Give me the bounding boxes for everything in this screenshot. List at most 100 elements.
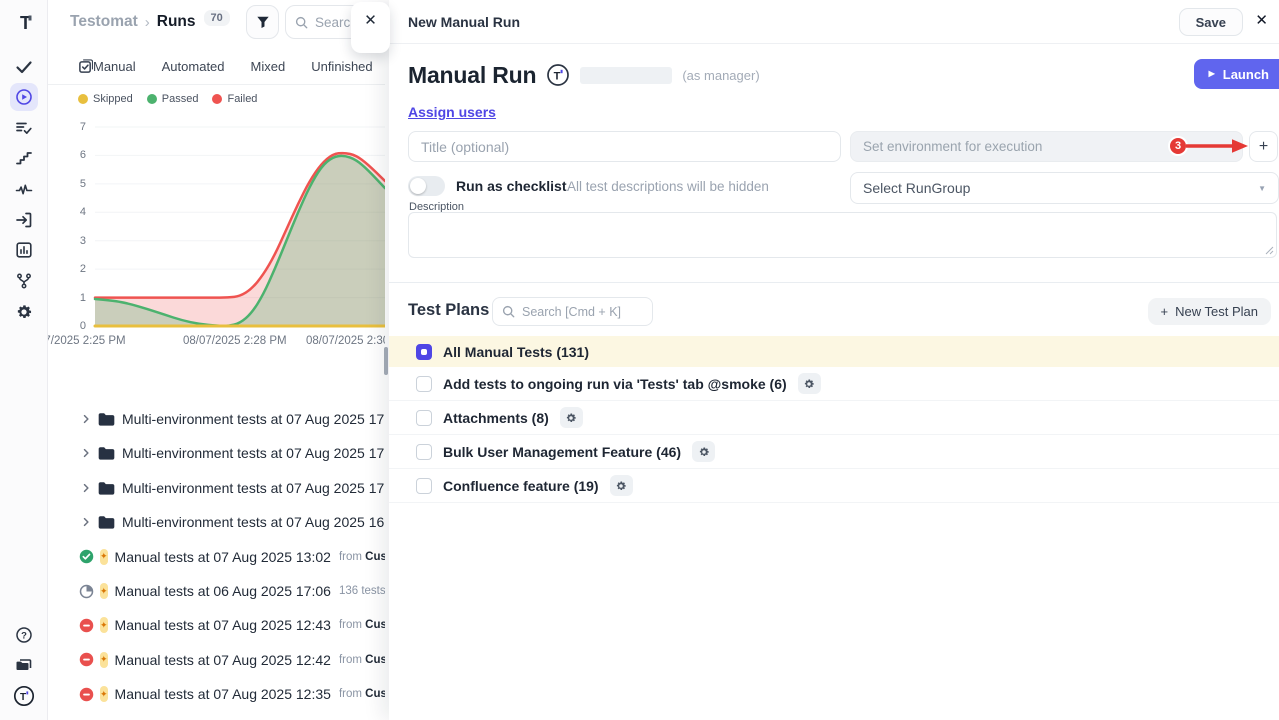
test-plan-label: Confluence feature (19) xyxy=(443,478,599,494)
legend-item-passed[interactable]: Passed xyxy=(147,93,199,105)
folder-icon-wrap xyxy=(98,446,115,460)
y-tick-label: 4 xyxy=(62,206,86,218)
run-row[interactable]: ✦Manual tests at 07 Aug 2025 12:42from C… xyxy=(48,643,385,677)
assign-users-link[interactable]: Assign users xyxy=(408,104,496,120)
y-tick-label: 5 xyxy=(62,178,86,190)
chart-legend: Skipped Passed Failed xyxy=(78,93,257,105)
projects-button[interactable] xyxy=(0,656,48,674)
page-title: Manual Run xyxy=(408,62,536,89)
sidebar-item-branches[interactable] xyxy=(0,272,48,290)
close-panel-icon[interactable]: ✕ xyxy=(1255,13,1268,28)
run-row[interactable]: Multi-environment tests at 07 Aug 2025 1… xyxy=(48,505,385,539)
test-plans-search[interactable] xyxy=(492,297,653,326)
test-plans-search-input[interactable] xyxy=(522,305,637,319)
run-row[interactable]: ✦Manual tests at 06 Aug 2025 17:06136 te… xyxy=(48,574,385,608)
scrollbar-thumb[interactable] xyxy=(384,347,388,375)
test-plan-label: Bulk User Management Feature (46) xyxy=(443,444,681,460)
sidebar-item-pulse[interactable] xyxy=(0,180,48,198)
tab-unfinished[interactable]: Unfinished xyxy=(311,59,372,74)
plan-settings-button[interactable] xyxy=(610,475,633,496)
select-all-button[interactable] xyxy=(78,59,93,74)
close-icon: ✕ xyxy=(364,13,377,53)
test-plan-row[interactable]: Attachments (8) xyxy=(389,401,1279,435)
filter-button[interactable] xyxy=(246,5,279,39)
run-row[interactable]: Multi-environment tests at 07 Aug 2025 1… xyxy=(48,402,385,436)
expand-chevron[interactable] xyxy=(80,447,92,459)
run-row[interactable]: ✦Manual tests at 07 Aug 2025 13:02from C… xyxy=(48,540,385,574)
breadcrumb-page[interactable]: Runs xyxy=(157,13,196,31)
run-title-input[interactable] xyxy=(408,131,841,162)
sidebar-item-analytics[interactable] xyxy=(0,241,48,259)
plan-settings-button[interactable] xyxy=(798,373,821,394)
resize-handle-icon[interactable] xyxy=(1265,246,1274,255)
run-row[interactable]: Multi-environment tests at 07 Aug 2025 1… xyxy=(48,471,385,505)
folder-icon-wrap xyxy=(98,515,115,529)
profile-avatar[interactable]: T xyxy=(0,685,48,707)
checkbox-unchecked[interactable] xyxy=(416,410,432,426)
sidebar-item-settings[interactable] xyxy=(0,303,48,321)
sidebar-item-runs[interactable] xyxy=(0,88,48,106)
bar-chart-icon xyxy=(15,241,33,259)
sidebar-item-test-plans[interactable] xyxy=(0,119,48,137)
checkbox-unchecked[interactable] xyxy=(416,444,432,460)
checkbox-unchecked[interactable] xyxy=(416,478,432,494)
legend-item-skipped[interactable]: Skipped xyxy=(78,93,133,105)
run-row[interactable]: Multi-environment tests at 07 Aug 2025 1… xyxy=(48,436,385,470)
run-title: Manual tests at 07 Aug 2025 12:42 xyxy=(115,652,331,668)
manual-run-icon: ✦ xyxy=(100,617,108,633)
search-icon xyxy=(295,16,308,29)
expand-chevron[interactable] xyxy=(80,413,92,425)
test-plan-row[interactable]: Add tests to ongoing run via 'Tests' tab… xyxy=(389,367,1279,401)
run-title: Manual tests at 07 Aug 2025 12:35 xyxy=(115,686,331,702)
run-title: Manual tests at 07 Aug 2025 13:02 xyxy=(115,549,331,565)
play-icon: ▶ xyxy=(1209,70,1215,78)
folder-icon xyxy=(98,481,115,495)
avatar-t-icon: T xyxy=(13,685,35,707)
run-title: Manual tests at 07 Aug 2025 12:43 xyxy=(115,617,331,633)
manual-run-icon: ✦ xyxy=(100,549,108,565)
sidebar-item-import[interactable] xyxy=(0,211,48,229)
gear-icon xyxy=(565,412,577,424)
panel-edge-close-button[interactable]: ✕ xyxy=(351,2,390,53)
breadcrumb-app[interactable]: Testomat xyxy=(70,13,138,31)
chevron-right-icon xyxy=(80,482,92,494)
description-textarea[interactable] xyxy=(408,212,1277,258)
test-plan-row[interactable]: Bulk User Management Feature (46) xyxy=(389,435,1279,469)
save-button[interactable]: Save xyxy=(1179,8,1243,36)
app-logo[interactable]: T xyxy=(0,10,48,36)
test-plan-row[interactable]: Confluence feature (19) xyxy=(389,469,1279,503)
folder-icon-wrap xyxy=(98,481,115,495)
rungroup-select[interactable]: Select RunGroup ▼ xyxy=(850,172,1279,204)
annotation-step-badge: 3 xyxy=(1168,136,1188,156)
gear-icon xyxy=(803,378,815,390)
legend-dot xyxy=(212,94,222,104)
plan-settings-button[interactable] xyxy=(560,407,583,428)
launch-button[interactable]: ▶ Launch xyxy=(1194,59,1279,89)
run-row[interactable]: ✦Manual tests at 07 Aug 2025 12:43from C… xyxy=(48,608,385,642)
list-check-icon xyxy=(15,119,33,137)
legend-item-failed[interactable]: Failed xyxy=(212,93,257,105)
checkbox-checked[interactable] xyxy=(416,344,432,360)
new-test-plan-button[interactable]: + New Test Plan xyxy=(1148,298,1271,325)
checkbox-unchecked[interactable] xyxy=(416,376,432,392)
tab-manual[interactable]: Manual xyxy=(93,59,136,74)
add-environment-button[interactable]: + xyxy=(1249,131,1278,162)
expand-chevron[interactable] xyxy=(80,516,92,528)
run-status xyxy=(79,584,94,599)
plan-settings-button[interactable] xyxy=(692,441,715,462)
run-row[interactable]: ✦Manual tests at 07 Aug 2025 12:35from C… xyxy=(48,677,385,711)
run-as-checklist-toggle[interactable] xyxy=(408,176,445,196)
expand-chevron[interactable] xyxy=(80,482,92,494)
status-failed-icon xyxy=(79,687,94,702)
run-status xyxy=(79,549,94,564)
sidebar-item-tests[interactable] xyxy=(0,58,48,76)
tab-mixed[interactable]: Mixed xyxy=(251,59,286,74)
legend-dot xyxy=(78,94,88,104)
runs-tab-bar: Manual Automated Mixed Unfinished xyxy=(48,48,385,85)
folder-icon xyxy=(98,412,115,426)
tab-automated[interactable]: Automated xyxy=(162,59,225,74)
test-plan-row[interactable]: All Manual Tests (131) xyxy=(389,336,1279,367)
sidebar-item-milestones[interactable] xyxy=(0,149,48,167)
legend-label: Failed xyxy=(227,93,257,105)
help-button[interactable]: ? xyxy=(0,626,48,644)
